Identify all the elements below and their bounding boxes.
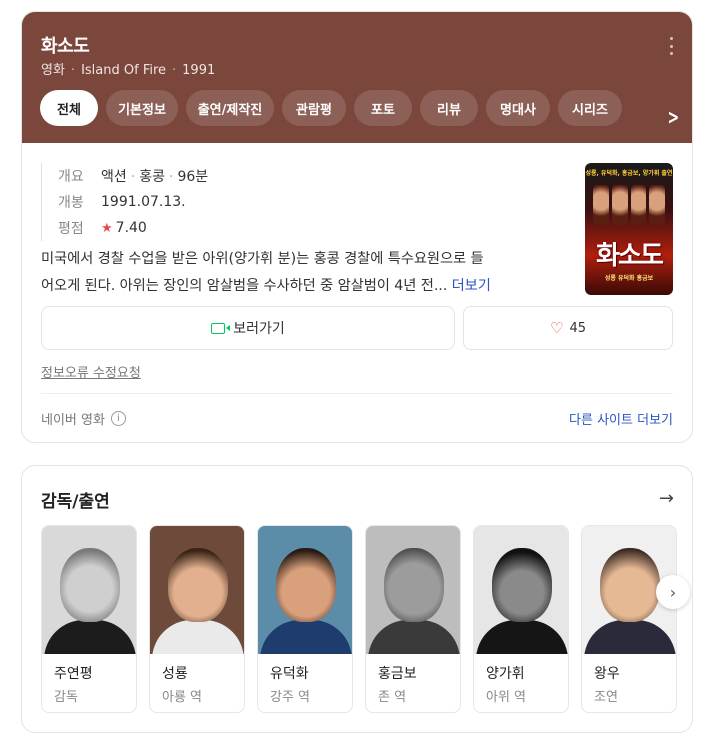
overview-row: 개요 액션 · 홍콩 · 96분 [41, 163, 208, 189]
cast-card: 감독/출연 → 주연평 감독 성룡 아룡 역 유덕화 강주 역 홍금보 존 역 … [21, 465, 693, 733]
arrow-right-icon[interactable]: → [659, 488, 674, 509]
cast-member[interactable]: 주연평 감독 [41, 525, 137, 713]
content-type: 영화 [41, 63, 65, 78]
cast-member[interactable]: 왕우 조연 [581, 525, 677, 713]
tab-photos[interactable]: 포토 [354, 90, 412, 126]
chevron-right-icon[interactable]: › [656, 575, 690, 609]
person-name: 성룡 [162, 666, 188, 682]
heart-icon: ♡ [550, 319, 564, 337]
person-name: 홍금보 [378, 666, 417, 682]
person-role: 조연 [594, 690, 618, 705]
person-photo [258, 526, 352, 654]
chevron-right-icon[interactable]: > [668, 105, 680, 129]
release-date: 1991.07.13. [101, 194, 186, 210]
rating-value: 7.40 [115, 220, 147, 236]
like-count: 45 [569, 320, 586, 336]
person-name: 주연평 [54, 666, 93, 682]
release-label: 개봉 [41, 189, 101, 215]
person-name: 유덕화 [270, 666, 309, 682]
cast-list: 주연평 감독 성룡 아룡 역 유덕화 강주 역 홍금보 존 역 양가휘 아위 역… [41, 525, 677, 713]
divider [41, 393, 673, 394]
cast-section-title[interactable]: 감독/출연 [41, 487, 110, 512]
tab-reviews-audience[interactable]: 관람평 [282, 90, 346, 126]
report-error-link[interactable]: 정보오류 수정요청 [41, 362, 141, 381]
overview-value: 액션 · 홍콩 · 96분 [101, 169, 209, 185]
movie-details: 개요 액션 · 홍콩 · 96분 개봉 1991.07.13. 평점 ★ 7.40 [41, 163, 208, 241]
cast-member[interactable]: 홍금보 존 역 [365, 525, 461, 713]
tab-cast-crew[interactable]: 출연/제작진 [186, 90, 274, 126]
person-role: 아위 역 [486, 690, 527, 705]
rating-label: 평점 [41, 215, 101, 241]
english-title: Island Of Fire [81, 63, 167, 78]
movie-poster[interactable]: 성룡, 유덕화, 홍금보, 양가휘 출연 화소도 성룡 유덕화 홍금보 [585, 163, 673, 295]
cast-member[interactable]: 유덕화 강주 역 [257, 525, 353, 713]
overview-label: 개요 [41, 163, 101, 189]
person-role: 존 역 [378, 690, 407, 705]
movie-info-card: 화소도 영화 · Island Of Fire · 1991 전체 기본정보 출연/제작… [21, 11, 693, 443]
person-photo [42, 526, 136, 654]
country[interactable]: 홍콩 [139, 169, 165, 185]
more-link[interactable]: 더보기 [452, 278, 491, 294]
more-options-icon[interactable] [664, 37, 678, 55]
source-info: 네이버 영화 i [41, 409, 126, 428]
tab-all[interactable]: 전체 [40, 90, 98, 126]
person-role: 감독 [54, 690, 78, 705]
tab-series[interactable]: 시리즈 [558, 90, 622, 126]
like-button[interactable]: ♡ 45 [463, 306, 673, 350]
info-icon[interactable]: i [110, 411, 126, 426]
watch-button[interactable]: 보러가기 [41, 306, 455, 350]
release-row: 개봉 1991.07.13. [41, 189, 208, 215]
tab-basic-info[interactable]: 기본정보 [106, 90, 178, 126]
source-label: 네이버 영화 [41, 413, 105, 428]
release-year: 1991 [182, 63, 216, 78]
runtime: 96분 [177, 169, 209, 185]
cast-member[interactable]: 성룡 아룡 역 [149, 525, 245, 713]
movie-header: 화소도 영화 · Island Of Fire · 1991 전체 기본정보 출연/제작… [22, 12, 692, 143]
movie-subtitle: 영화 · Island Of Fire · 1991 [41, 63, 216, 78]
tab-bar: 전체 기본정보 출연/제작진 관람평 포토 리뷰 명대사 시리즈 [40, 90, 622, 126]
tab-quotes[interactable]: 명대사 [486, 90, 550, 126]
synopsis: 미국에서 경찰 수업을 받은 아위(양가휘 분)는 홍콩 경찰에 특수요원으로 … [41, 251, 491, 294]
person-role: 아룡 역 [162, 690, 203, 705]
video-icon [211, 322, 231, 334]
poster-bottom-text: 성룡 유덕화 홍금보 [604, 275, 654, 282]
person-photo [474, 526, 568, 654]
person-name: 양가휘 [486, 666, 525, 682]
tab-reviews[interactable]: 리뷰 [420, 90, 478, 126]
poster-top-text: 성룡, 유덕화, 홍금보, 양가휘 출연 [585, 170, 673, 177]
poster-title: 화소도 [596, 241, 664, 271]
person-name: 왕우 [594, 666, 620, 682]
cast-member[interactable]: 양가휘 아위 역 [473, 525, 569, 713]
person-photo [150, 526, 244, 654]
movie-title[interactable]: 화소도 [41, 32, 90, 58]
person-photo [366, 526, 460, 654]
rating-row: 평점 ★ 7.40 [41, 215, 208, 241]
other-sites-link[interactable]: 다른 사이트 더보기 [569, 409, 673, 428]
genre[interactable]: 액션 [101, 169, 127, 185]
person-role: 강주 역 [270, 690, 311, 705]
star-icon: ★ [101, 221, 113, 236]
